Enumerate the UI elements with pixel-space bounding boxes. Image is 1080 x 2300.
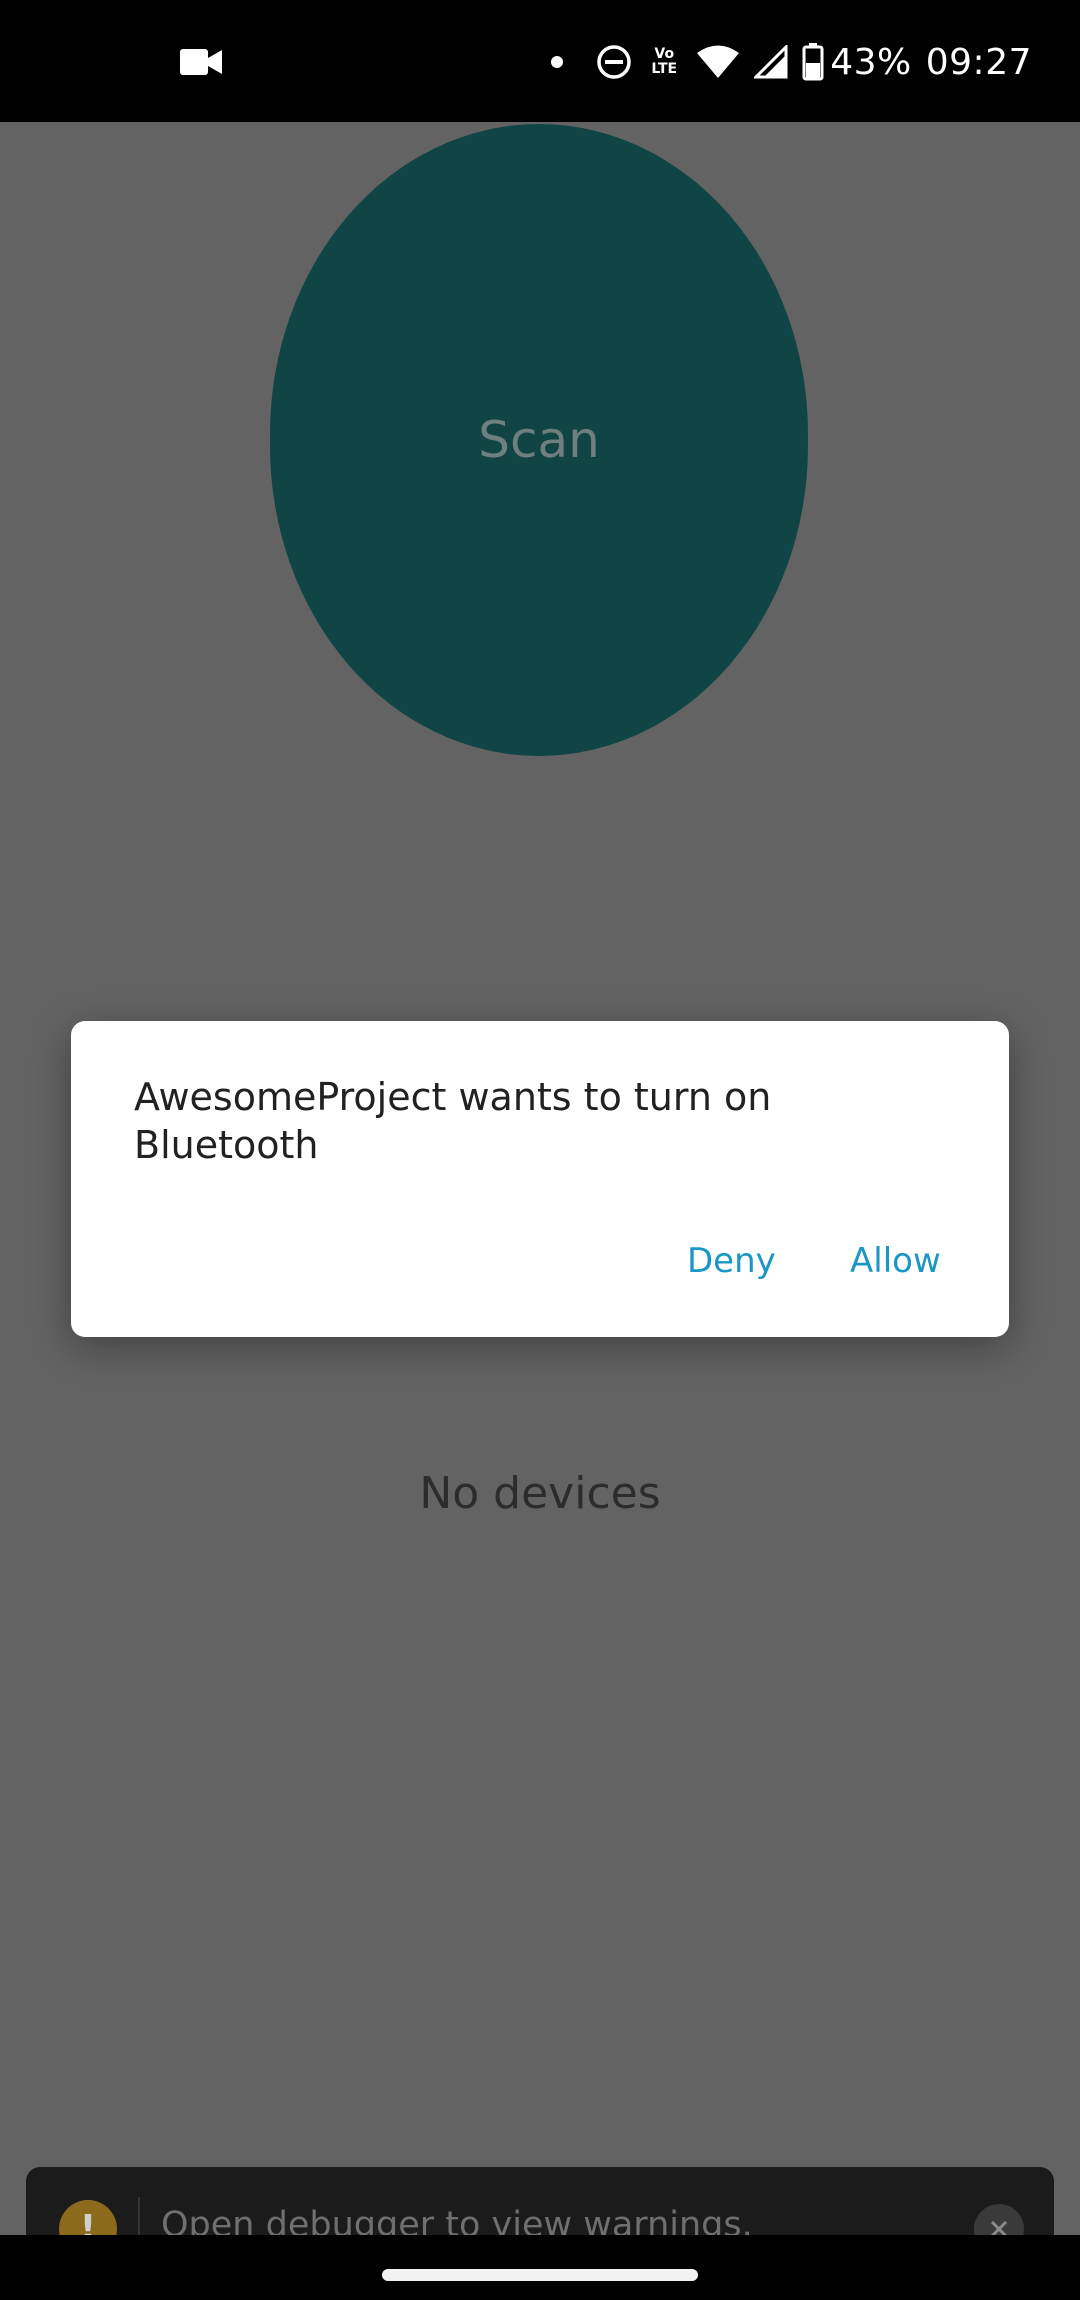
battery-percent: 43% [830, 41, 912, 83]
notification-dot-icon [551, 56, 564, 68]
phone-screen: Vo LTE 43% 09:27 Scan No devices ! Open … [0, 0, 1080, 2300]
battery-icon [802, 43, 824, 81]
dialog-message: AwesomeProject wants to turn on Bluetoot… [134, 1075, 772, 1167]
home-gesture-bar[interactable] [382, 2269, 698, 2281]
volte-bottom-label: LTE [651, 61, 678, 77]
warning-divider [138, 2197, 140, 2235]
warning-text: Open debugger to view warnings. [161, 2205, 753, 2235]
scan-button[interactable]: Scan [270, 124, 808, 756]
status-bar: Vo LTE 43% 09:27 [0, 0, 1080, 122]
wifi-icon [697, 45, 740, 78]
clock: 09:27 [925, 41, 1032, 83]
warning-icon: ! [59, 2200, 117, 2235]
close-warning-button[interactable] [974, 2204, 1024, 2235]
allow-button[interactable]: Allow [846, 1233, 945, 1289]
close-icon [990, 2220, 1008, 2235]
video-camera-icon [180, 49, 222, 75]
debugger-warning-bar[interactable]: ! Open debugger to view warnings. [26, 2167, 1054, 2235]
cell-signal-icon [754, 45, 788, 79]
empty-state-text: No devices [419, 1468, 661, 1519]
scan-button-label: Scan [478, 411, 600, 469]
bluetooth-permission-dialog: AwesomeProject wants to turn on Bluetoot… [71, 1021, 1009, 1337]
navigation-bar [0, 2235, 1080, 2300]
status-icons: Vo LTE 43% 09:27 [550, 38, 1032, 86]
volte-icon: Vo LTE [646, 47, 682, 77]
deny-button[interactable]: Deny [683, 1233, 780, 1289]
do-not-disturb-icon [597, 45, 631, 79]
volte-top-label: Vo [654, 46, 675, 62]
